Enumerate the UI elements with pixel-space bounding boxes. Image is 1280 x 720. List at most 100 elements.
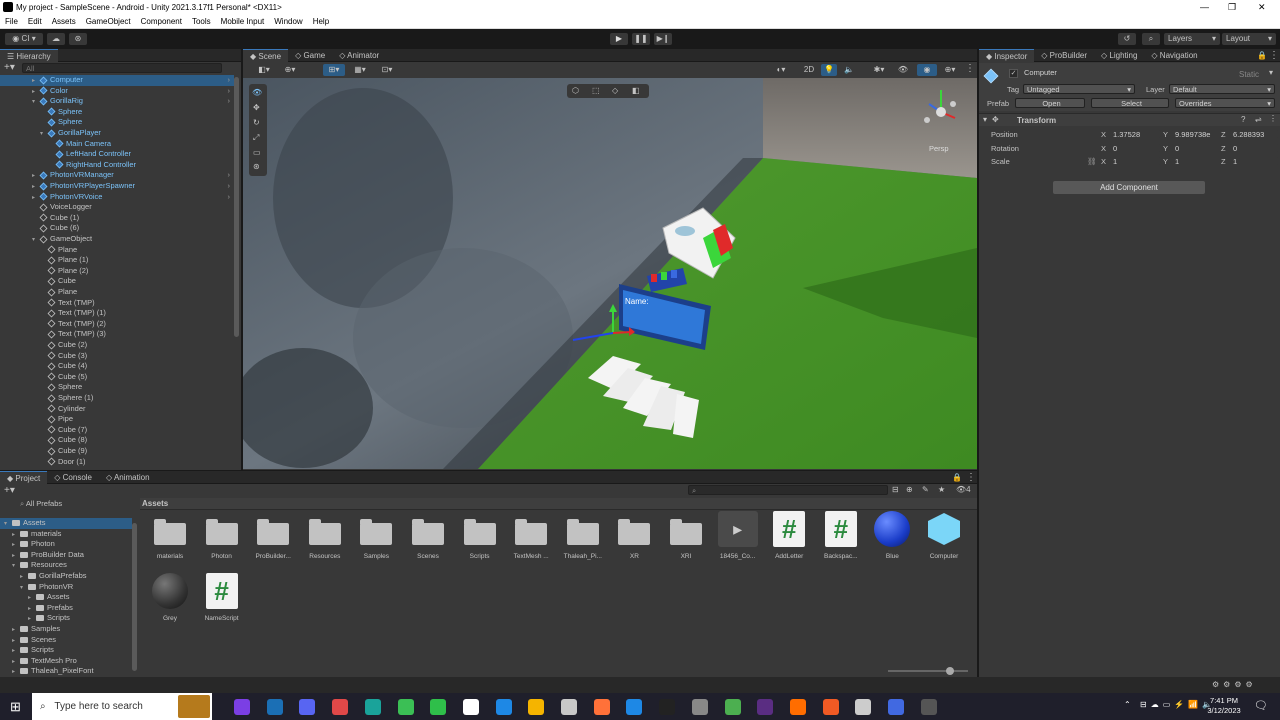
cloud-icon[interactable]: ☁ — [47, 33, 65, 45]
hierarchy-item[interactable]: Sphere — [0, 117, 234, 128]
favorites-all-prefabs[interactable]: ⌕ All Prefabs — [20, 499, 62, 509]
constrain-proportions-icon[interactable]: ⛓ — [1087, 157, 1097, 166]
tab-animator[interactable]: ◇ Animator — [332, 49, 386, 62]
layer-dropdown[interactable]: Default ▾ — [1169, 84, 1275, 94]
hierarchy-item[interactable]: Cube (7) — [0, 425, 234, 436]
hierarchy-item[interactable]: Door (1) — [0, 457, 234, 468]
blender-icon[interactable] — [789, 699, 806, 715]
asset-folder[interactable]: ProBuilder... — [247, 511, 299, 569]
object-name-field[interactable]: Computer — [1021, 68, 1226, 78]
inspector-more-icon[interactable]: ⋮ — [1269, 50, 1279, 61]
unity-editor-icon[interactable] — [920, 699, 937, 715]
notifications-icon[interactable]: 🗨 — [1254, 699, 1268, 712]
asset-script[interactable]: # Backspac... — [815, 511, 867, 569]
active-checkbox[interactable]: ✓ — [1009, 69, 1018, 78]
vertex-mode-icon[interactable]: ⬚ — [592, 86, 600, 95]
asset-model[interactable]: ▸ 18456_Co... — [712, 511, 764, 569]
search-by-label-icon[interactable]: ⊕ — [906, 485, 913, 494]
minecraft-icon[interactable] — [724, 699, 741, 715]
asset-folder[interactable]: XR — [608, 511, 660, 569]
position-x-field[interactable]: 1.37528 — [1109, 129, 1161, 139]
project-tree-item[interactable]: ▾ Resources — [0, 560, 132, 571]
hierarchy-item[interactable]: Plane — [0, 287, 234, 298]
project-tree-item[interactable]: ▸ Scripts — [0, 645, 132, 656]
hierarchy-item[interactable]: Cube (2) — [0, 340, 234, 351]
menu-item-gameobject[interactable]: GameObject — [81, 15, 136, 28]
asset-prefab[interactable]: Computer — [918, 511, 970, 569]
transform-tool-icon[interactable]: ⊛ — [253, 162, 260, 171]
project-tree-item[interactable]: ▸ Photon — [0, 539, 132, 550]
tab-inspector[interactable]: ◆ Inspector — [979, 49, 1035, 62]
static-dropdown[interactable]: ▾ — [1269, 68, 1273, 77]
menu-item-help[interactable]: Help — [308, 15, 334, 28]
rotation-z-field[interactable]: 0 — [1229, 142, 1279, 153]
pivot-dropdown[interactable]: ⊕▾ — [279, 64, 301, 76]
hierarchy-item[interactable]: Text (TMP) — [0, 298, 234, 309]
hierarchy-item[interactable]: Plane — [0, 245, 234, 256]
scale-tool-icon[interactable]: ⤢ — [253, 133, 259, 143]
search-icon[interactable]: ⌕ — [1142, 33, 1160, 45]
hierarchy-item[interactable]: ▸ PhotonVRManager › — [0, 170, 234, 181]
asset-script[interactable]: # NameScript — [196, 573, 248, 631]
unity-icon[interactable] — [855, 699, 872, 715]
unity-hub-icon[interactable] — [888, 699, 904, 715]
project-tree-item[interactable]: ▸ GorillaPrefabs — [0, 571, 132, 582]
notepad-icon[interactable] — [462, 699, 479, 715]
hierarchy-item[interactable]: Text (TMP) (1) — [0, 308, 234, 319]
move-tool-icon[interactable]: ✥ — [253, 103, 260, 112]
hierarchy-item[interactable]: Sphere (1) — [0, 393, 234, 404]
scale-y-field[interactable]: 1 — [1171, 156, 1223, 166]
project-tree-item[interactable]: ▸ Assets — [0, 592, 132, 603]
asset-folder[interactable]: Samples — [350, 511, 402, 569]
prefab-overrides-dropdown[interactable]: Overrides ▾ — [1175, 98, 1275, 108]
prefab-select-button[interactable]: Select — [1091, 98, 1169, 108]
gizmos-dropdown[interactable]: ⊕▾ — [941, 64, 959, 76]
hierarchy-item[interactable]: ▾ GorillaPlayer — [0, 128, 234, 139]
add-component-button[interactable]: Add Component — [1053, 181, 1205, 194]
edge-icon[interactable] — [495, 699, 512, 715]
effects-dropdown[interactable]: ✱▾ — [869, 64, 889, 76]
face-mode-icon[interactable]: ◧ — [632, 86, 640, 95]
menu-item-file[interactable]: File — [0, 15, 23, 28]
hierarchy-item[interactable]: Cube (3) — [0, 351, 234, 362]
github-icon[interactable] — [691, 699, 708, 715]
project-tree-item[interactable]: ▸ TextMesh Pro — [0, 656, 132, 667]
collapsed-arrow-icon[interactable]: ▸ — [12, 667, 20, 677]
hierarchy-item[interactable]: Sphere — [0, 382, 234, 393]
increment-snap-button[interactable]: ⊡▾ — [375, 64, 399, 76]
hierarchy-item[interactable]: Plane (2) — [0, 266, 234, 277]
hierarchy-item[interactable]: RightHand Controller — [0, 160, 234, 171]
clock[interactable]: 7:41 PM 3/12/2023 — [1200, 696, 1248, 716]
hierarchy-item[interactable]: Main Camera — [0, 139, 234, 150]
windows-start-icon[interactable]: ⊞ — [10, 699, 21, 715]
hierarchy-item[interactable]: ▸ PhotonVRVoice › — [0, 192, 234, 203]
menu-item-assets[interactable]: Assets — [47, 15, 81, 28]
hierarchy-item[interactable]: ▾ GameObject — [0, 234, 234, 245]
grid-snap-button[interactable]: ⊞▾ — [323, 64, 345, 76]
scale-z-field[interactable]: 1 — [1229, 156, 1279, 166]
position-z-field[interactable]: 6.288393 — [1229, 129, 1279, 139]
hierarchy-item[interactable]: ▸ Computer › — [0, 75, 234, 86]
layers-dropdown[interactable]: Layers ▾ — [1164, 33, 1220, 45]
orientation-gizmo[interactable]: Persp — [919, 84, 963, 153]
pause-button[interactable]: ❚❚ — [632, 33, 650, 45]
edge-mode-icon[interactable]: ◇ — [612, 86, 618, 95]
hierarchy-item[interactable]: Cube (9) — [0, 446, 234, 457]
hierarchy-item[interactable]: Pipe — [0, 414, 234, 425]
search-highlight-icon[interactable] — [178, 695, 210, 718]
menu-item-component[interactable]: Component — [136, 15, 187, 28]
project-lock-icon[interactable]: 🔒 — [952, 473, 962, 482]
menu-item-edit[interactable]: Edit — [23, 15, 47, 28]
maximize-button[interactable]: ❐ — [1228, 2, 1236, 13]
app-icon[interactable] — [822, 699, 839, 715]
search-filter-icon[interactable]: ✎ — [922, 485, 929, 494]
search-by-type-icon[interactable]: ⊟ — [892, 485, 899, 494]
tab-lighting[interactable]: ◇ Lighting — [1094, 49, 1144, 62]
shading-mode-dropdown[interactable]: ◐▾ — [771, 64, 791, 76]
account-button[interactable]: ◉ CI ▾ — [5, 33, 43, 45]
lighting-toggle[interactable]: 💡 — [821, 64, 837, 76]
asset-folder[interactable]: Scenes — [402, 511, 454, 569]
hierarchy-item[interactable]: Cylinder — [0, 404, 234, 415]
audio-toggle[interactable]: 🔈 — [841, 64, 857, 76]
favorite-icon[interactable]: ★ — [938, 485, 945, 494]
